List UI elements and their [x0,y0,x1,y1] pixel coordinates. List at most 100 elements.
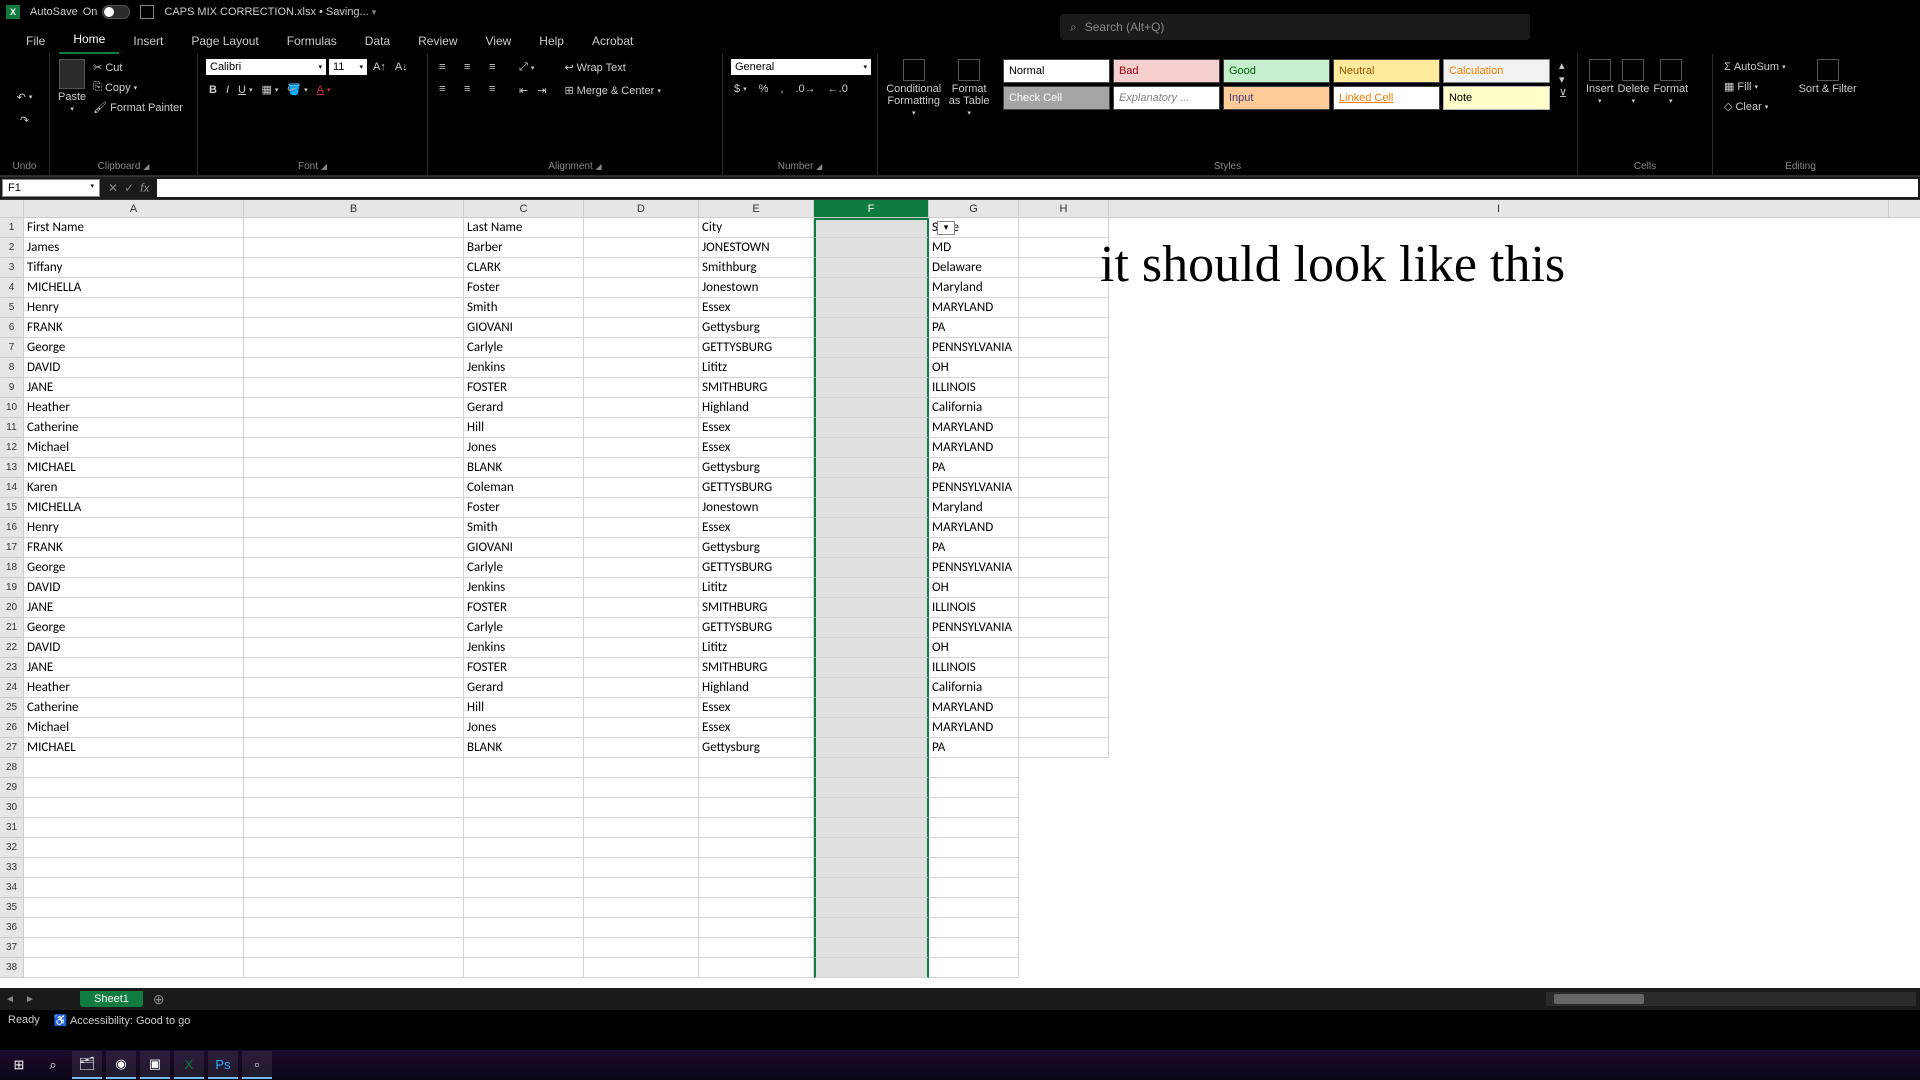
column-header-B[interactable]: B [244,200,464,217]
cell[interactable]: Jones [464,438,584,458]
cell[interactable] [1019,938,1109,958]
cell[interactable] [1109,718,1889,738]
cell[interactable] [244,758,464,778]
cell[interactable] [584,398,699,418]
column-header-G[interactable]: G [929,200,1019,217]
cell[interactable] [24,758,244,778]
undo-button[interactable]: ↶▾ [14,89,36,106]
cell[interactable] [1019,278,1109,298]
cell[interactable] [244,438,464,458]
search-box[interactable]: ⌕ Search (Alt+Q) [1060,14,1530,40]
align-top-button[interactable]: ≡ [436,59,458,75]
cell[interactable]: MICHAEL [24,738,244,758]
cell[interactable]: PA [929,318,1019,338]
cell[interactable] [244,638,464,658]
row-header[interactable]: 26 [0,718,24,738]
cell[interactable] [584,958,699,978]
cell[interactable] [699,818,814,838]
cell[interactable]: Hill [464,698,584,718]
cell[interactable] [814,398,929,418]
cell-style-input[interactable]: Input [1223,86,1330,110]
cell[interactable] [244,878,464,898]
cell[interactable]: Lititz [699,578,814,598]
taskbar-excel-icon[interactable]: X [174,1051,204,1079]
cell[interactable] [584,458,699,478]
cell[interactable] [1109,338,1889,358]
cancel-formula-icon[interactable]: ✕ [108,181,118,195]
cell[interactable]: Hill [464,418,584,438]
row-header[interactable]: 36 [0,918,24,938]
cell[interactable] [584,598,699,618]
cell[interactable]: Jonestown [699,498,814,518]
cell[interactable] [699,798,814,818]
cell[interactable]: Gerard [464,678,584,698]
cell[interactable] [814,898,929,918]
font-color-button[interactable]: A▾ [314,81,334,98]
file-title[interactable]: CAPS MIX CORRECTION.xlsx • Saving...▾ [164,6,1914,18]
cell[interactable] [814,618,929,638]
format-cells-button[interactable]: Format▾ [1653,59,1688,105]
cell[interactable]: Gettysburg [699,318,814,338]
cell[interactable] [1109,918,1889,938]
cell[interactable] [584,638,699,658]
cell[interactable] [814,318,929,338]
cell[interactable] [1019,738,1109,758]
cell[interactable] [1019,678,1109,698]
cell[interactable]: Highland [699,678,814,698]
row-header[interactable]: 6 [0,318,24,338]
cell[interactable] [1019,318,1109,338]
cell[interactable] [584,498,699,518]
column-header-E[interactable]: E [699,200,814,217]
row-header[interactable]: 21 [0,618,24,638]
cell[interactable]: OH [929,578,1019,598]
cell-style-normal[interactable]: Normal [1003,59,1110,83]
menu-tab-file[interactable]: File [12,28,59,54]
cell[interactable] [584,938,699,958]
cell[interactable] [244,818,464,838]
cell[interactable]: Smith [464,298,584,318]
cell[interactable] [244,338,464,358]
cell[interactable] [1019,518,1109,538]
cell[interactable] [1019,838,1109,858]
row-header[interactable]: 30 [0,798,24,818]
row-header[interactable]: 3 [0,258,24,278]
column-header-H[interactable]: H [1019,200,1109,217]
cell[interactable]: Essex [699,518,814,538]
cell[interactable]: First Name [24,218,244,238]
cell[interactable]: JANE [24,378,244,398]
sheet-nav-prev[interactable]: ◄ [0,994,20,1005]
cell[interactable] [929,918,1019,938]
cell[interactable]: Jenkins [464,358,584,378]
font-size-dropdown[interactable]: 11▾ [329,59,367,75]
cell[interactable] [814,478,929,498]
cell[interactable] [814,858,929,878]
cell[interactable]: OH [929,638,1019,658]
cell[interactable] [24,838,244,858]
cell[interactable]: DAVID [24,638,244,658]
cell[interactable]: Heather [24,398,244,418]
cell[interactable] [1019,438,1109,458]
cell[interactable] [584,698,699,718]
cell[interactable]: City [699,218,814,238]
cell[interactable] [1019,898,1109,918]
cell[interactable]: GETTYSBURG [699,618,814,638]
cell[interactable]: Maryland [929,498,1019,518]
menu-tab-view[interactable]: View [472,28,526,54]
cell[interactable] [244,578,464,598]
cell[interactable] [699,758,814,778]
cell[interactable] [244,398,464,418]
cell[interactable]: GIOVANI [464,538,584,558]
cell[interactable] [584,238,699,258]
cell[interactable] [584,858,699,878]
cell[interactable] [244,538,464,558]
cell[interactable] [584,658,699,678]
align-left-button[interactable]: ≡ [436,81,458,97]
align-center-button[interactable]: ≡ [461,81,483,97]
cell[interactable] [584,318,699,338]
cell[interactable]: PENNSYLVANIA [929,338,1019,358]
fx-icon[interactable]: fx [140,181,149,195]
cell[interactable]: Michael [24,438,244,458]
cell[interactable]: BLANK [464,458,584,478]
cell[interactable]: Barber [464,238,584,258]
cell[interactable] [1019,798,1109,818]
